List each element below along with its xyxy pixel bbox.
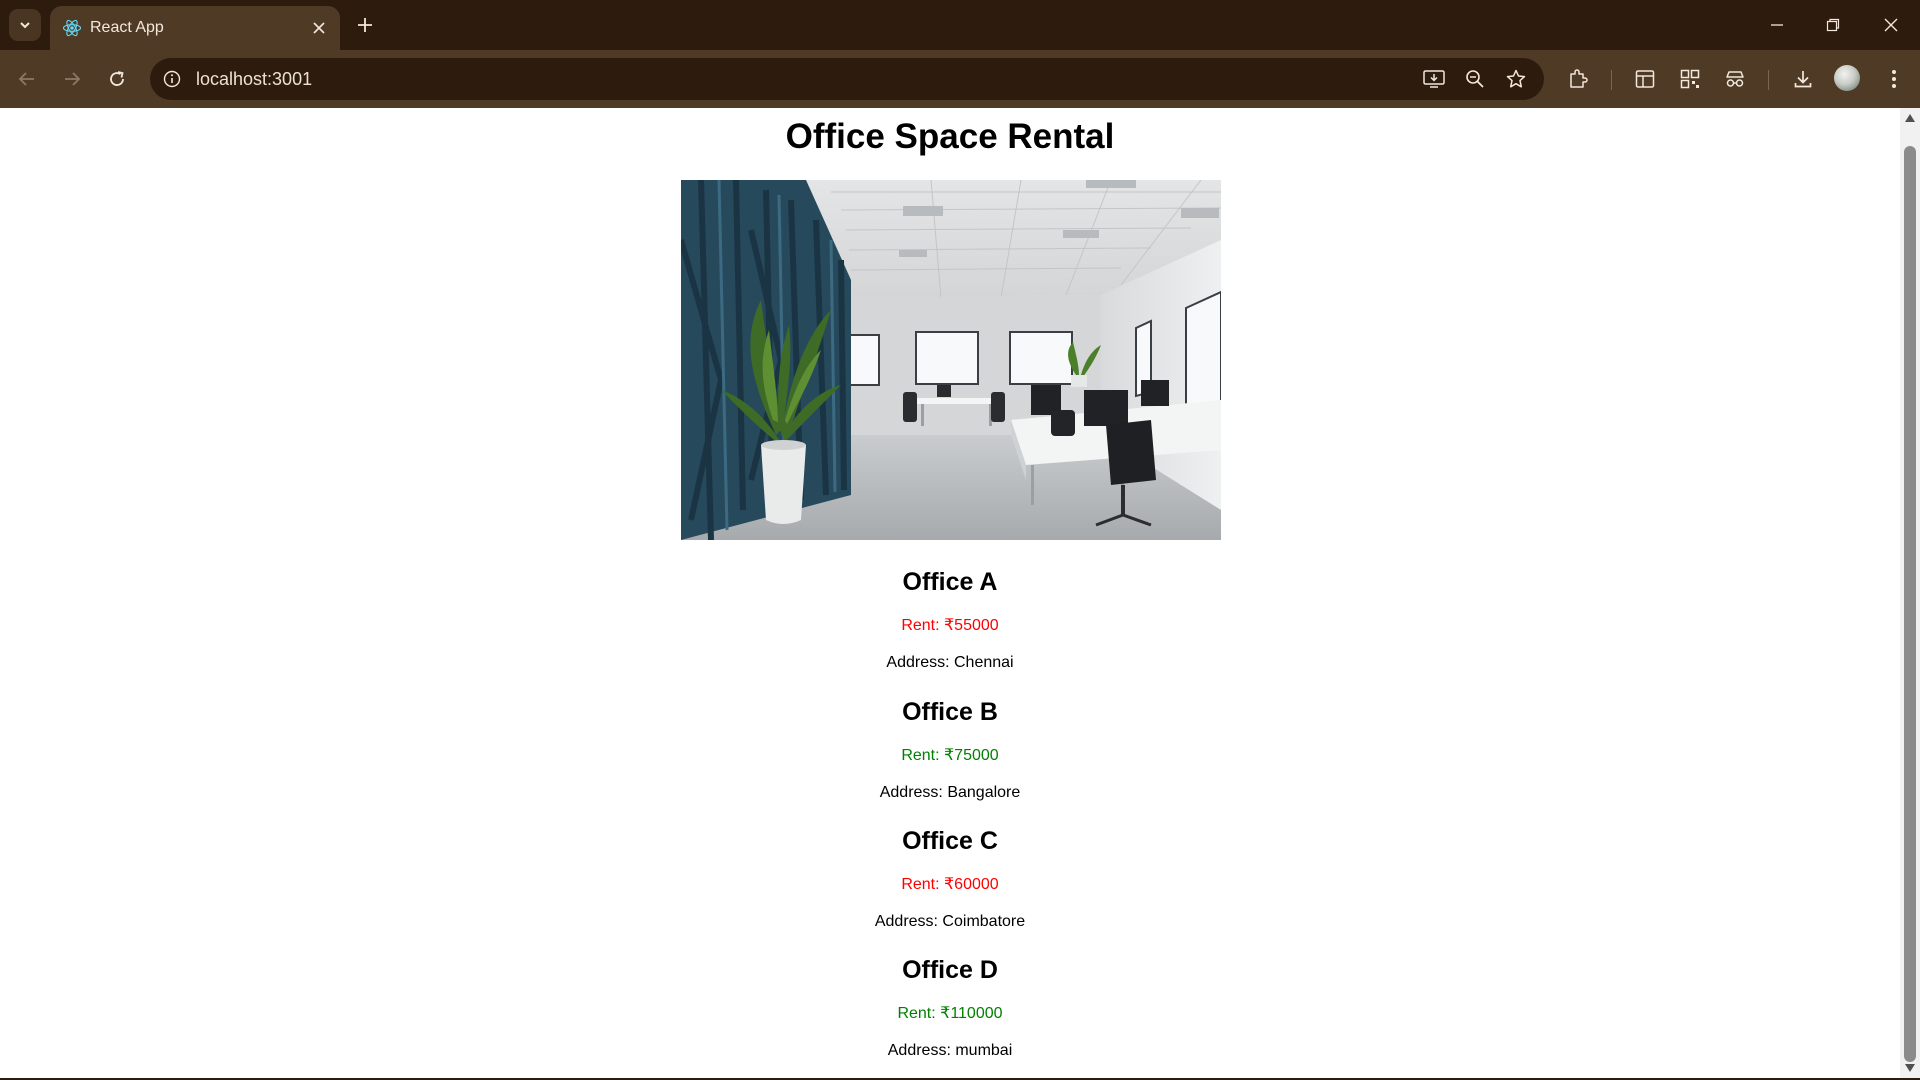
bookmark-star-icon <box>1506 69 1526 88</box>
qr-code-icon <box>1680 69 1700 89</box>
extensions-button[interactable] <box>1562 63 1594 95</box>
side-panel-icon <box>1635 70 1655 88</box>
toolbar: localhost:3001 <box>0 50 1920 108</box>
office-d-rent: Rent: ₹110000 <box>897 1005 1003 1022</box>
bookmark-button[interactable] <box>1504 67 1528 91</box>
scroll-down-arrow[interactable] <box>1904 1062 1916 1074</box>
back-icon <box>18 72 34 86</box>
install-app-button[interactable] <box>1422 67 1446 91</box>
tab-strip: React App <box>0 0 1920 50</box>
url-text: localhost:3001 <box>196 69 313 89</box>
restore-button[interactable] <box>1820 12 1846 38</box>
plus-icon <box>358 18 372 32</box>
react-favicon-icon <box>62 19 82 37</box>
profile-avatar[interactable] <box>1834 65 1860 91</box>
qr-code-button[interactable] <box>1674 63 1706 95</box>
restore-icon <box>1826 18 1840 32</box>
tab-search-button[interactable] <box>9 9 41 41</box>
active-tab[interactable]: React App <box>50 6 340 50</box>
office-b-rent: Rent: ₹75000 <box>901 747 999 764</box>
office-b-address: Address: Bangalore <box>879 784 1021 801</box>
close-icon <box>313 22 325 34</box>
incognito-glasses-icon <box>1726 71 1744 87</box>
office-d-name: Office D <box>902 956 998 984</box>
address-bar[interactable]: localhost:3001 <box>150 58 1544 100</box>
forward-icon <box>65 72 81 86</box>
office-a-rent: Rent: ₹55000 <box>901 617 999 634</box>
triangle-down-icon <box>1905 1064 1915 1072</box>
minimize-button[interactable] <box>1764 12 1790 38</box>
window-close-icon <box>1884 18 1898 32</box>
download-icon <box>1794 71 1812 88</box>
page-scrollbar[interactable] <box>1900 108 1920 1078</box>
tab-close-button[interactable] <box>308 17 330 39</box>
office-c-name: Office C <box>902 827 998 855</box>
window-close-button[interactable] <box>1878 12 1904 38</box>
office-interior-illustration <box>681 180 1221 540</box>
reload-button[interactable] <box>101 63 133 95</box>
install-app-icon <box>1423 70 1445 88</box>
office-c-rent: Rent: ₹60000 <box>901 876 999 893</box>
tab-search-icon <box>20 22 30 29</box>
more-menu-button[interactable] <box>1878 63 1910 95</box>
office-c-address: Address: Coimbatore <box>874 913 1026 930</box>
new-tab-button[interactable] <box>352 12 378 38</box>
zoom-icon <box>1466 70 1484 88</box>
forward-button[interactable] <box>56 63 88 95</box>
office-d-address: Address: mumbai <box>887 1042 1013 1059</box>
triangle-up-icon <box>1905 114 1915 122</box>
page-viewport: Office Space Rental Office A Rent: ₹5500… <box>0 108 1900 1078</box>
zoom-button[interactable] <box>1463 67 1487 91</box>
side-panel-button[interactable] <box>1629 63 1661 95</box>
tab-title: React App <box>90 19 164 36</box>
toolbar-divider <box>1611 70 1612 90</box>
site-info-icon <box>163 70 181 88</box>
office-a-name: Office A <box>902 568 998 596</box>
minimize-icon <box>1771 24 1783 26</box>
incognito-button[interactable] <box>1719 63 1751 95</box>
scroll-up-arrow[interactable] <box>1904 112 1916 124</box>
back-button[interactable] <box>11 63 43 95</box>
toolbar-divider <box>1768 70 1769 90</box>
office-b-name: Office B <box>902 698 998 726</box>
browser-chrome: React App localhost:3001 <box>0 0 1920 108</box>
extensions-icon <box>1570 69 1588 88</box>
office-hero-image <box>681 180 1221 540</box>
site-info-button[interactable] <box>160 67 184 91</box>
more-menu-icon <box>1892 70 1896 88</box>
scrollbar-thumb[interactable] <box>1904 146 1916 1062</box>
page-title: Office Space Rental <box>785 117 1115 156</box>
downloads-button[interactable] <box>1787 63 1819 95</box>
reload-icon <box>110 71 124 86</box>
office-a-address: Address: Chennai <box>886 654 1014 671</box>
